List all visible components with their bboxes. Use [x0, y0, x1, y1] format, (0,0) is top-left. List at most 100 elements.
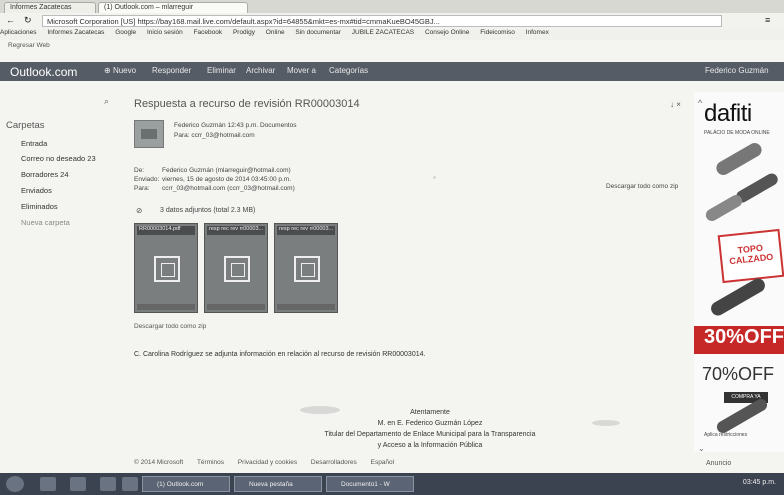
- from-label: De:: [134, 167, 145, 174]
- bookmarks-bar: Aplicaciones Informes Zacatecas Google I…: [0, 29, 784, 40]
- shoe-image: [708, 275, 768, 319]
- taskbar-app[interactable]: Documento1 - W: [326, 476, 414, 492]
- user-name[interactable]: Federico Guzmán: [705, 66, 769, 75]
- signature-line: Titular del Departamento de Enlace Munic…: [324, 431, 536, 438]
- copyright: © 2014 Microsoft: [134, 459, 184, 466]
- start-button-icon[interactable]: [6, 476, 24, 492]
- footer-link[interactable]: Privacidad y cookies: [238, 459, 297, 466]
- taskbar-app[interactable]: Nueva pestaña: [234, 476, 322, 492]
- folder-item[interactable]: Borradores 24: [21, 170, 69, 179]
- close-icon[interactable]: ↓ ×: [670, 100, 681, 109]
- taskbar: (1) Outlook.com Nueva pestaña Documento1…: [0, 473, 784, 495]
- to-value: ccrr_03@hotmail.com (ccrr_03@hotmail.com…: [162, 185, 295, 192]
- ad-banner[interactable]: ^ dafiti PALÁCIO DE MODA ONLINE TOPO CAL…: [694, 92, 784, 453]
- sender-avatar: [134, 120, 164, 148]
- menu-icon[interactable]: ≡: [765, 15, 770, 25]
- address-bar-row: ← ↻ Microsoft Corporation [US] https://b…: [0, 13, 784, 29]
- attachment-thumbnail[interactable]: resp rec rev rr00003...: [204, 223, 268, 313]
- from-value: Federico Guzmán (mlarreguir@hotmail.com): [162, 167, 291, 174]
- bookmark-item[interactable]: Online: [266, 29, 285, 36]
- attachment-thumbnail[interactable]: RR00003014.pdf: [134, 223, 198, 313]
- delete-button[interactable]: Eliminar: [207, 66, 236, 75]
- app-icon[interactable]: [40, 477, 56, 491]
- search-icon[interactable]: ⌕: [104, 96, 109, 107]
- back-icon[interactable]: ←: [6, 15, 15, 25]
- scan-artifact: [300, 406, 340, 414]
- reply-button[interactable]: Responder: [152, 66, 191, 75]
- download-zip-link[interactable]: Descargar todo como zip: [134, 323, 206, 330]
- message-subject: Respuesta a recurso de revisión RR000030…: [134, 98, 360, 110]
- move-to-button[interactable]: Mover a: [287, 66, 316, 75]
- outlook-header: Outlook.com ⊕ Nuevo Responder Eliminar A…: [0, 62, 784, 81]
- bookmark-item[interactable]: Consejo Online: [425, 29, 469, 36]
- bookmark-item[interactable]: JUBILE ZACATECAS: [352, 29, 414, 36]
- document-icon: [224, 256, 250, 282]
- folder-icon[interactable]: [70, 477, 86, 491]
- archive-button[interactable]: Archivar: [246, 66, 275, 75]
- bookmark-item[interactable]: Inicio sesión: [147, 29, 183, 36]
- secondary-toolbar: Regresar Web: [0, 40, 784, 52]
- ad-discount: 30%OFF: [694, 326, 784, 354]
- attachments-summary: 3 datos adjuntos (total 2.3 MB): [160, 207, 256, 214]
- url-input[interactable]: Microsoft Corporation [US] https://bay16…: [42, 15, 722, 27]
- folder-item[interactable]: Eliminados: [21, 202, 58, 211]
- browser-tab-bar: Informes Zacatecas (1) Outlook.com – mla…: [0, 0, 784, 13]
- to-label: Para:: [134, 185, 150, 192]
- bookmark-item[interactable]: Infomex: [526, 29, 549, 36]
- bookmark-item[interactable]: Informes Zacatecas: [47, 29, 104, 36]
- signature-line: M. en E. Federico Guzmán López: [377, 420, 483, 427]
- page-footer: © 2014 Microsoft Términos Privacidad y c…: [134, 459, 406, 466]
- browser-tab-active[interactable]: (1) Outlook.com – mlarreguir: [98, 2, 248, 13]
- to-line: Para: ccrr_03@hotmail.com: [174, 132, 255, 139]
- ad-subtitle: PALÁCIO DE MODA ONLINE: [704, 130, 770, 136]
- shoe-image: [713, 140, 765, 178]
- attachment-name: RR00003014.pdf: [137, 226, 195, 235]
- document-icon: [154, 256, 180, 282]
- attachment-icon: ⊘: [136, 206, 143, 215]
- scroll-down-icon[interactable]: ⌄: [698, 444, 705, 453]
- document-icon: [294, 256, 320, 282]
- app-icon[interactable]: [122, 477, 138, 491]
- ad-tag: TOPO CALZADO: [717, 228, 784, 284]
- ad-fine-print: Aplica restricciones: [704, 432, 748, 438]
- attachment-name: resp rec rev rr00003...: [277, 226, 335, 235]
- bookmark-item[interactable]: Sin documentar: [295, 29, 341, 36]
- sender-line: Federico Guzmán 12:43 p.m. Documentos: [174, 122, 297, 129]
- scroll-up-icon[interactable]: ^: [698, 98, 702, 108]
- message-body: C. Carolina Rodríguez se adjunta informa…: [134, 351, 426, 358]
- bookmark-item[interactable]: Aplicaciones: [0, 29, 37, 36]
- attachment-name: resp rec rev rr00003...: [207, 226, 265, 235]
- taskbar-app[interactable]: (1) Outlook.com: [142, 476, 230, 492]
- folder-item[interactable]: Correo no deseado 23: [21, 154, 96, 163]
- app-icon[interactable]: [100, 477, 116, 491]
- taskbar-clock[interactable]: 03:45 p.m.: [743, 479, 776, 486]
- ad-logo: dafiti: [704, 100, 752, 127]
- scan-artifact: [433, 176, 436, 179]
- bookmark-item[interactable]: Prodigy: [233, 29, 255, 36]
- footer-link[interactable]: Desarrolladores: [311, 459, 357, 466]
- scan-artifact: [592, 420, 620, 426]
- download-all-link[interactable]: Descargar todo como zip: [606, 183, 678, 190]
- ad-discount: 70%OFF: [702, 364, 775, 384]
- bookmark-item[interactable]: Facebook: [194, 29, 223, 36]
- sent-value: viernes, 15 de agosto de 2014 03:45:00 p…: [162, 176, 292, 183]
- bookmark-item[interactable]: Google: [115, 29, 136, 36]
- folder-item[interactable]: Entrada: [21, 139, 47, 148]
- outlook-logo[interactable]: Outlook.com: [10, 65, 77, 79]
- shoe-image: [703, 192, 745, 224]
- folders-heading[interactable]: Carpetas: [6, 120, 45, 131]
- ad-label[interactable]: Anuncio: [706, 460, 731, 467]
- browser-tab[interactable]: Informes Zacatecas: [4, 2, 96, 13]
- reload-icon[interactable]: ↻: [24, 15, 32, 26]
- sent-label: Enviado:: [134, 176, 160, 183]
- attachment-thumbnail[interactable]: resp rec rev rr00003...: [274, 223, 338, 313]
- categories-button[interactable]: Categorías: [329, 66, 368, 75]
- folder-pane: ⌕ Carpetas Entrada Correo no deseado 23 …: [0, 92, 118, 452]
- footer-link[interactable]: Términos: [197, 459, 224, 466]
- footer-link[interactable]: Español: [371, 459, 395, 466]
- signature-line: y Acceso a la Información Pública: [377, 442, 483, 449]
- bookmark-item[interactable]: Fideicomiso: [480, 29, 515, 36]
- folder-item[interactable]: Enviados: [21, 186, 52, 195]
- new-button[interactable]: ⊕ Nuevo: [104, 66, 136, 75]
- new-folder-link[interactable]: Nueva carpeta: [21, 218, 70, 227]
